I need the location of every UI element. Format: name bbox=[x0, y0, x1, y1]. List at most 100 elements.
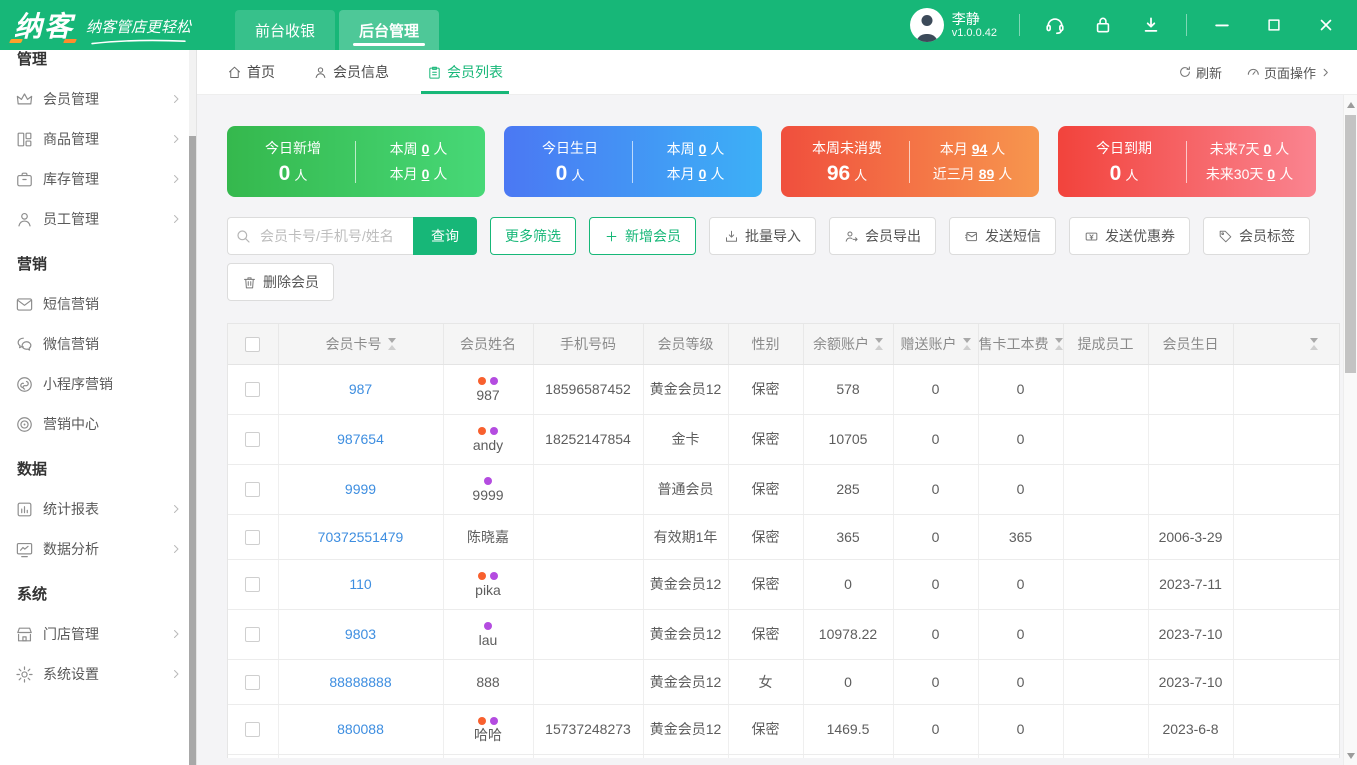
stat-sub-value-link[interactable]: 89 bbox=[979, 166, 995, 182]
search-input[interactable] bbox=[227, 217, 413, 255]
member-level: 普通会员 bbox=[643, 464, 729, 515]
page-ops-button[interactable]: 页面操作 bbox=[1246, 63, 1331, 82]
row-checkbox[interactable] bbox=[245, 627, 261, 643]
page-tab[interactable]: 首页 bbox=[227, 50, 275, 94]
minimize-button[interactable] bbox=[1209, 12, 1235, 38]
stat-sub-value-link[interactable]: 0 bbox=[1267, 166, 1275, 182]
add-member-button[interactable]: 新增会员 bbox=[589, 217, 696, 255]
column-header-fee[interactable]: 售卡工本费 bbox=[978, 324, 1064, 365]
row-checkbox[interactable] bbox=[245, 482, 261, 498]
sidebar-item[interactable]: 数据分析 bbox=[0, 529, 196, 569]
main-scrollbar-thumb[interactable] bbox=[1345, 115, 1356, 373]
sidebar-item[interactable]: 库存管理 bbox=[0, 159, 196, 199]
sort-icon[interactable] bbox=[962, 337, 971, 350]
toolbar-button[interactable]: 发送短信 bbox=[949, 217, 1056, 255]
member-birthday: 2023-6-8 bbox=[1148, 704, 1234, 755]
stat-sub-value-link[interactable]: 0 bbox=[422, 141, 430, 157]
sidebar-item[interactable]: 微信营销 bbox=[0, 324, 196, 364]
close-button[interactable] bbox=[1313, 12, 1339, 38]
stat-sub-value-link[interactable]: 0 bbox=[699, 141, 707, 157]
table-row: 987654 andy 18252147854 金卡 保密 10705 0 0 bbox=[228, 414, 1339, 465]
stat-sub-value-link[interactable]: 94 bbox=[972, 141, 988, 157]
column-header-balance[interactable]: 余额账户 bbox=[803, 324, 894, 365]
header-nav-tab-backoffice[interactable]: 后台管理 bbox=[339, 10, 439, 50]
row-checkbox[interactable] bbox=[245, 577, 261, 593]
toolbar-button[interactable]: 批量导入 bbox=[709, 217, 816, 255]
lock-icon[interactable] bbox=[1090, 12, 1116, 38]
sidebar-item[interactable]: 门店管理 bbox=[0, 614, 196, 654]
user-name: 李静 bbox=[951, 11, 980, 27]
column-header-gift[interactable]: 赠送账户 bbox=[893, 324, 979, 365]
report-icon bbox=[15, 500, 34, 519]
coupon-icon bbox=[1084, 229, 1099, 244]
sidebar-item[interactable]: 系统设置 bbox=[0, 654, 196, 694]
sort-icon[interactable] bbox=[1054, 337, 1063, 350]
tagline-swoosh-icon bbox=[91, 39, 186, 45]
member-card-link[interactable]: 9999 bbox=[278, 464, 444, 515]
support-icon[interactable] bbox=[1042, 12, 1068, 38]
scroll-down-arrow-icon[interactable] bbox=[1344, 748, 1357, 763]
member-card-link[interactable]: 987654 bbox=[278, 414, 444, 465]
stat-sub-row: 近三月 89 人 bbox=[932, 166, 1013, 182]
row-checkbox[interactable] bbox=[245, 432, 261, 448]
sidebar-scrollbar[interactable] bbox=[189, 50, 196, 765]
sidebar-item[interactable]: 营销中心 bbox=[0, 404, 196, 444]
column-label: 会员生日 bbox=[1162, 335, 1219, 352]
user-block[interactable]: 李静 v1.0.0.42 bbox=[909, 8, 997, 42]
main-scrollbar[interactable] bbox=[1343, 95, 1357, 765]
sidebar-scrollbar-thumb[interactable] bbox=[189, 136, 196, 765]
sort-icon[interactable] bbox=[1309, 337, 1318, 350]
page-tab[interactable]: 会员列表 bbox=[421, 50, 509, 94]
sidebar-item[interactable]: 短信营销 bbox=[0, 284, 196, 324]
column-header-card[interactable]: 会员卡号 bbox=[278, 324, 444, 365]
sidebar-item[interactable]: 会员管理 bbox=[0, 79, 196, 119]
stat-sub-row: 本周 0 人 bbox=[389, 141, 448, 157]
member-card-link[interactable]: 880088 bbox=[278, 704, 444, 755]
column-header-extra[interactable] bbox=[1233, 324, 1339, 365]
select-all-checkbox[interactable] bbox=[245, 337, 261, 353]
stat-title: 今日生日 bbox=[542, 139, 598, 156]
tag-dot-orange bbox=[478, 377, 486, 385]
sort-icon[interactable] bbox=[387, 337, 396, 350]
row-checkbox[interactable] bbox=[245, 674, 261, 690]
toolbar-button[interactable]: 会员导出 bbox=[829, 217, 936, 255]
avatar[interactable] bbox=[909, 8, 944, 42]
stat-sub-value-link[interactable]: 0 bbox=[699, 166, 707, 182]
member-staff bbox=[1063, 414, 1149, 465]
sort-icon[interactable] bbox=[875, 337, 883, 350]
refresh-button[interactable]: 刷新 bbox=[1178, 63, 1222, 82]
sidebar-item[interactable]: 统计报表 bbox=[0, 489, 196, 529]
scroll-up-arrow-icon[interactable] bbox=[1344, 97, 1357, 112]
sidebar-item-label: 库存管理 bbox=[43, 171, 99, 187]
stat-sub-value-link[interactable]: 0 bbox=[422, 166, 430, 182]
delete-member-button[interactable]: 删除会员 bbox=[227, 263, 334, 301]
member-name: andy bbox=[472, 437, 504, 453]
toolbar-button[interactable]: 发送优惠券 bbox=[1069, 217, 1190, 255]
send-sms-icon bbox=[964, 229, 979, 244]
download-icon[interactable] bbox=[1138, 12, 1164, 38]
search-button[interactable]: 查询 bbox=[413, 217, 477, 255]
member-card-link[interactable]: 9803 bbox=[278, 609, 444, 660]
member-card-link[interactable]: 987 bbox=[278, 364, 444, 415]
table-row: 9999 9999 普通会员 保密 285 0 0 bbox=[228, 464, 1339, 515]
member-card-link[interactable]: 110 bbox=[278, 559, 444, 610]
member-card-link[interactable]: 88888888 bbox=[278, 659, 444, 705]
row-checkbox[interactable] bbox=[245, 722, 261, 738]
member-card-link[interactable]: 70372551479 bbox=[278, 514, 444, 560]
sidebar-item[interactable]: 商品管理 bbox=[0, 119, 196, 159]
sidebar-item[interactable]: 小程序营销 bbox=[0, 364, 196, 404]
tag-dot-orange bbox=[478, 572, 486, 580]
chevron-right-icon bbox=[170, 133, 182, 145]
tag-dots bbox=[444, 717, 533, 725]
chevron-right-icon bbox=[170, 543, 182, 555]
toolbar-button[interactable]: 会员标签 bbox=[1203, 217, 1310, 255]
header-nav-tab-cashier[interactable]: 前台收银 bbox=[235, 10, 335, 50]
row-checkbox[interactable] bbox=[245, 529, 261, 545]
page-tab[interactable]: 会员信息 bbox=[313, 50, 389, 94]
row-checkbox[interactable] bbox=[245, 382, 261, 398]
member-phone bbox=[533, 559, 644, 610]
maximize-button[interactable] bbox=[1261, 12, 1287, 38]
stat-sub-value-link[interactable]: 0 bbox=[1264, 141, 1272, 157]
sidebar-item[interactable]: 员工管理 bbox=[0, 199, 196, 239]
toolbar-button[interactable]: 更多筛选 bbox=[490, 217, 576, 255]
